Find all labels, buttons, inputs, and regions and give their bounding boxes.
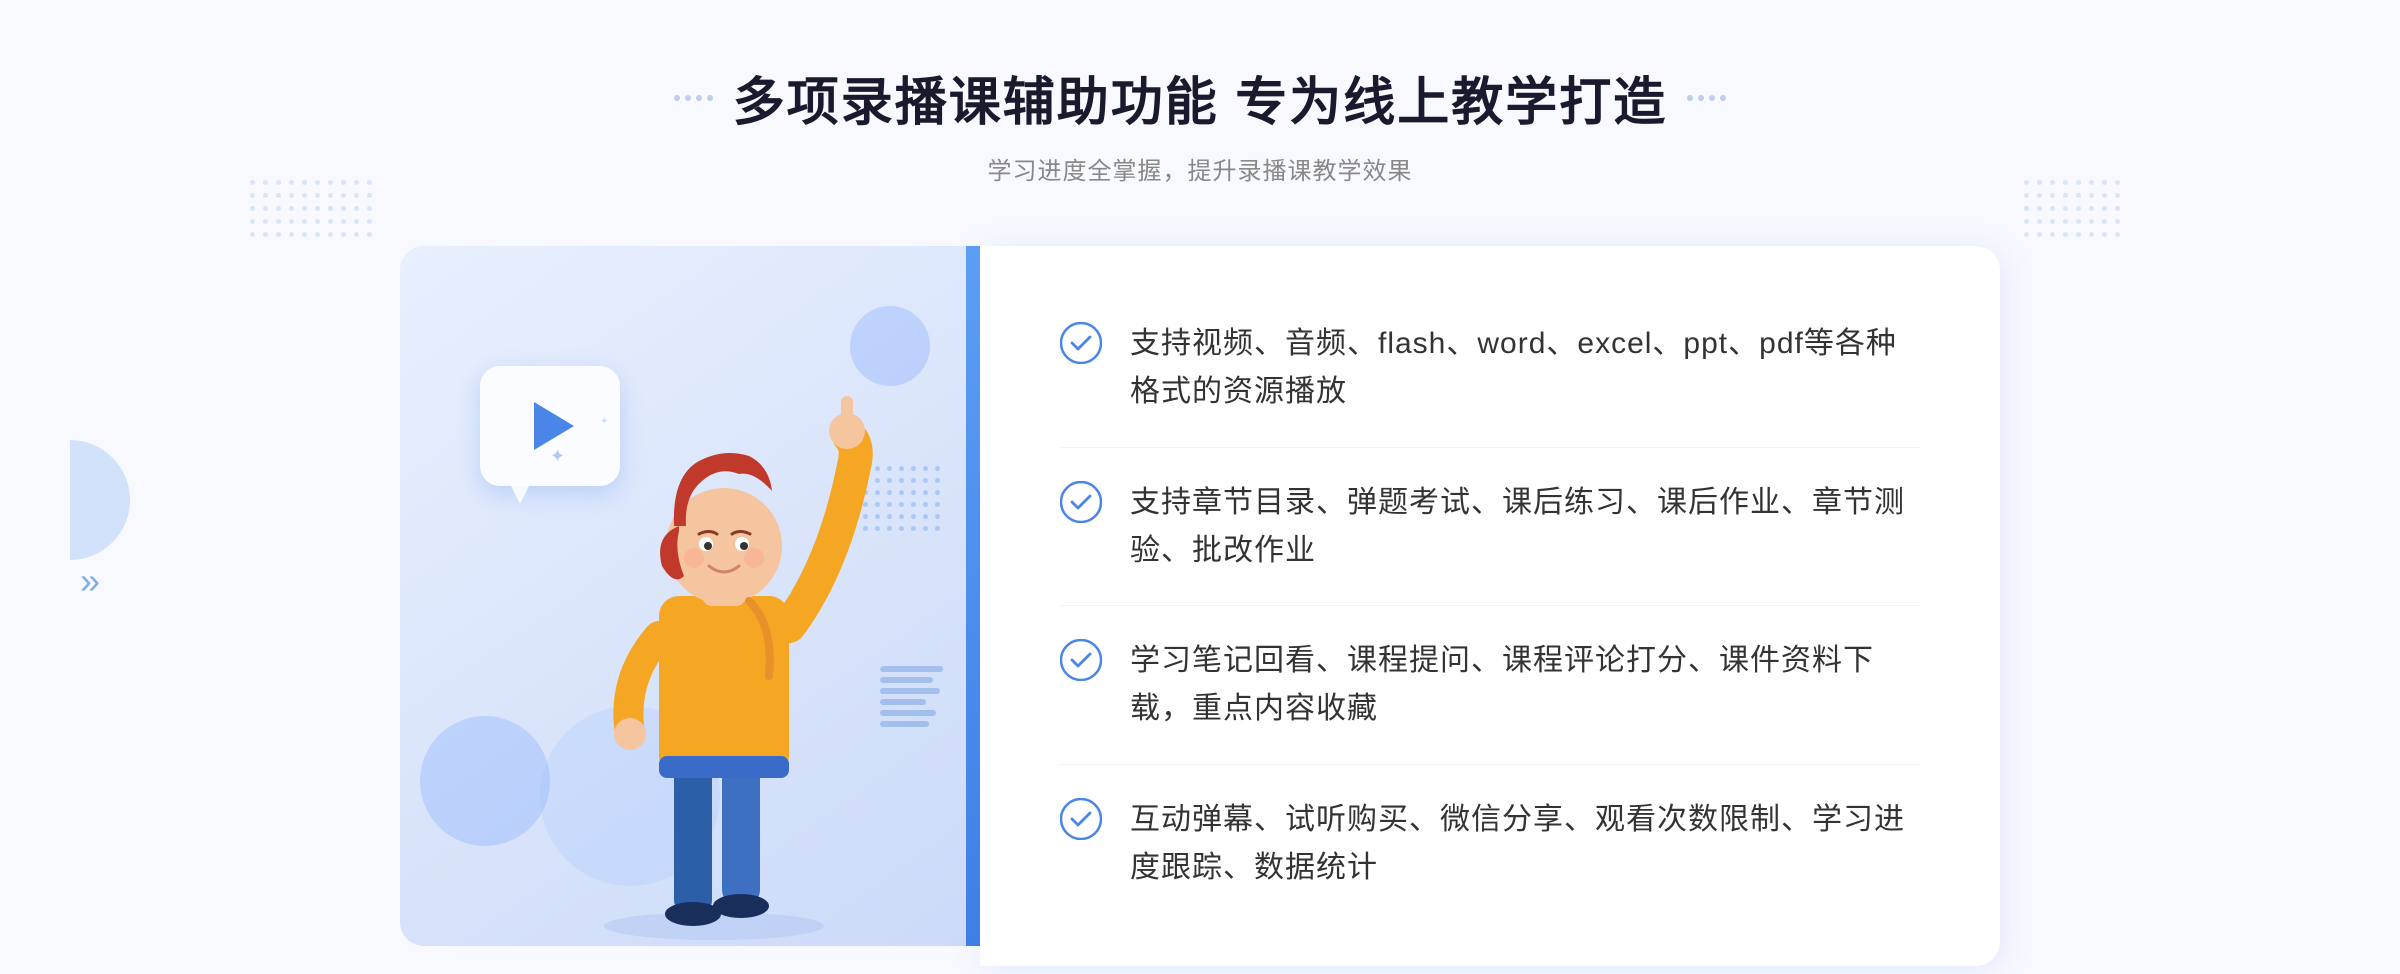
- dot-pattern-right: [2024, 180, 2120, 237]
- check-icon-3: [1060, 639, 1102, 681]
- features-panel: 支持视频、音频、flash、word、excel、ppt、pdf等各种格式的资源…: [980, 246, 2000, 966]
- header-decorators: 多项录播课辅助功能 专为线上教学打造: [674, 60, 1726, 135]
- check-icon-2: [1060, 481, 1102, 523]
- decorator-dots-right: [1687, 95, 1726, 101]
- check-icon-1: [1060, 322, 1102, 364]
- dot-pattern-left: [250, 180, 372, 237]
- feature-item-4: 互动弹幕、试听购买、微信分享、观看次数限制、学习进度跟踪、数据统计: [1060, 778, 1920, 910]
- page-main-title: 多项录播课辅助功能 专为线上教学打造: [733, 60, 1667, 135]
- semi-circle-decoration: [70, 440, 130, 560]
- feature-item-3: 学习笔记回看、课程提问、课程评论打分、课件资料下载，重点内容收藏: [1060, 619, 1920, 751]
- check-icon-4: [1060, 798, 1102, 840]
- feature-divider-3: [1060, 764, 1920, 765]
- page-subtitle: 学习进度全掌握，提升录播课教学效果: [674, 151, 1726, 186]
- content-area: ✦ ✦: [400, 246, 2000, 966]
- feature-item-2: 支持章节目录、弹题考试、课后练习、课后作业、章节测验、批改作业: [1060, 461, 1920, 593]
- feature-text-3: 学习笔记回看、课程提问、课程评论打分、课件资料下载，重点内容收藏: [1130, 637, 1920, 733]
- page-container: » 多项录播课辅助功能 专为线上教学打造 学习进度全掌握，提升录播课教学效果: [0, 0, 2400, 974]
- blue-accent-bar: [966, 246, 980, 946]
- feature-item-1: 支持视频、音频、flash、word、excel、ppt、pdf等各种格式的资源…: [1060, 302, 1920, 434]
- decorator-dots-left: [674, 95, 713, 101]
- feature-text-4: 互动弹幕、试听购买、微信分享、观看次数限制、学习进度跟踪、数据统计: [1130, 796, 1920, 892]
- header-section: 多项录播课辅助功能 专为线上教学打造 学习进度全掌握，提升录播课教学效果: [674, 60, 1726, 186]
- illustration-panel: ✦ ✦: [400, 246, 980, 946]
- deco-circle-1: [420, 716, 550, 846]
- feature-divider-2: [1060, 605, 1920, 606]
- feature-text-2: 支持章节目录、弹题考试、课后练习、课后作业、章节测验、批改作业: [1130, 479, 1920, 575]
- feature-divider-1: [1060, 447, 1920, 448]
- chevron-decoration: »: [80, 560, 100, 602]
- feature-text-1: 支持视频、音频、flash、word、excel、ppt、pdf等各种格式的资源…: [1130, 320, 1920, 416]
- person-illustration: [554, 366, 894, 946]
